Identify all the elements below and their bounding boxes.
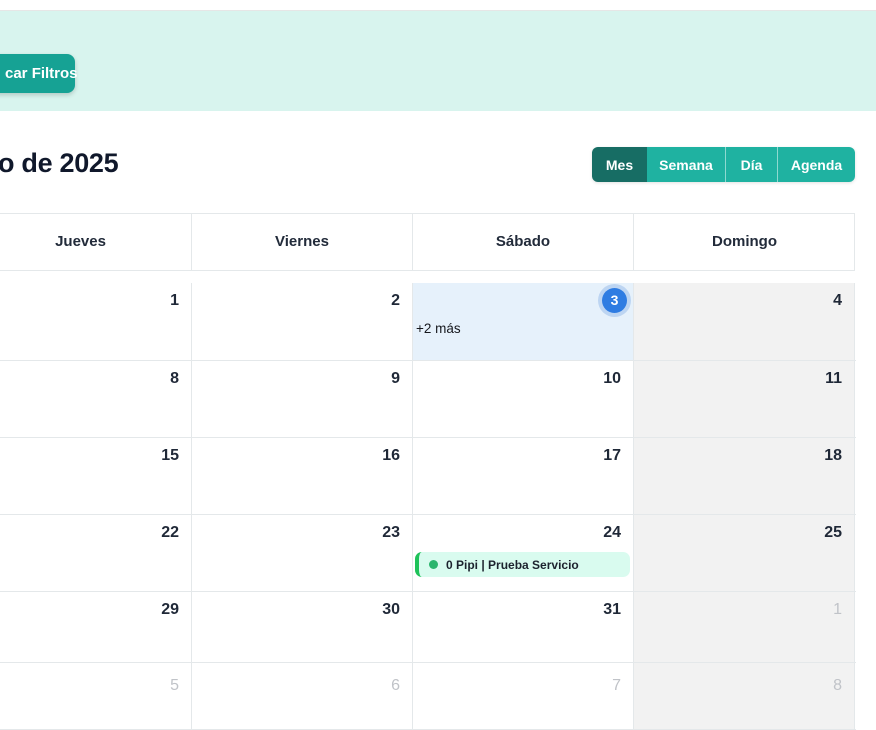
calendar-day-cell[interactable]: 29 bbox=[0, 592, 191, 662]
calendar-page: car Filtros o de 2025 Mes Semana Día Age… bbox=[0, 0, 876, 730]
weekday-header-viernes: Viernes bbox=[191, 214, 412, 270]
day-number: 5 bbox=[170, 677, 179, 695]
day-number: 11 bbox=[825, 370, 842, 388]
weekday-header-jueves: Jueves bbox=[0, 214, 191, 270]
day-number: 22 bbox=[161, 524, 179, 542]
day-number: 25 bbox=[824, 524, 842, 542]
view-button-dia[interactable]: Día bbox=[725, 147, 777, 182]
event-chip[interactable]: 0 Pipi | Prueba Servicio bbox=[415, 552, 630, 577]
week-row: 8 9 10 11 bbox=[0, 361, 856, 438]
apply-filters-label: car Filtros bbox=[5, 54, 78, 93]
calendar-day-cell[interactable]: 8 bbox=[633, 663, 855, 729]
calendar-day-cell[interactable]: 30 bbox=[191, 592, 412, 662]
day-number: 8 bbox=[833, 677, 842, 695]
day-number: 29 bbox=[161, 601, 179, 619]
day-number: 4 bbox=[833, 292, 842, 310]
day-number: 1 bbox=[170, 292, 179, 310]
calendar-day-cell[interactable]: 23 bbox=[191, 515, 412, 591]
show-more-link[interactable]: +2 más bbox=[416, 321, 461, 336]
day-number: 18 bbox=[824, 447, 842, 465]
event-title: 0 Pipi | Prueba Servicio bbox=[446, 558, 579, 572]
week-row: 15 16 17 18 bbox=[0, 438, 856, 515]
calendar-day-cell[interactable]: 22 bbox=[0, 515, 191, 591]
day-number: 17 bbox=[603, 447, 621, 465]
calendar-day-cell[interactable]: 4 bbox=[633, 283, 855, 360]
calendar-day-cell[interactable]: 15 bbox=[0, 438, 191, 514]
calendar-day-cell[interactable]: 25 bbox=[633, 515, 855, 591]
day-number: 7 bbox=[612, 677, 621, 695]
calendar-day-cell[interactable]: 2 bbox=[191, 283, 412, 360]
day-number: 15 bbox=[161, 447, 179, 465]
calendar-day-cell[interactable]: 16 bbox=[191, 438, 412, 514]
calendar-day-cell[interactable]: 6 bbox=[191, 663, 412, 729]
calendar-day-cell[interactable]: 1 bbox=[633, 592, 855, 662]
weekday-header-domingo: Domingo bbox=[633, 214, 855, 270]
calendar-day-cell[interactable]: 31 bbox=[412, 592, 633, 662]
calendar-day-cell[interactable]: 10 bbox=[412, 361, 633, 437]
calendar-day-cell[interactable]: 1 bbox=[0, 283, 191, 360]
day-number: 1 bbox=[833, 601, 842, 619]
calendar-day-cell[interactable]: 17 bbox=[412, 438, 633, 514]
calendar-day-cell[interactable]: 18 bbox=[633, 438, 855, 514]
day-number: 16 bbox=[382, 447, 400, 465]
apply-filters-button[interactable]: car Filtros bbox=[0, 54, 75, 93]
day-number: 30 bbox=[382, 601, 400, 619]
calendar-day-cell[interactable]: 11 bbox=[633, 361, 855, 437]
day-number: 23 bbox=[382, 524, 400, 542]
view-button-mes[interactable]: Mes bbox=[592, 147, 647, 182]
calendar-day-cell[interactable]: 3 +2 más bbox=[412, 283, 633, 360]
event-status-dot-icon bbox=[429, 560, 438, 569]
view-button-semana[interactable]: Semana bbox=[647, 147, 725, 182]
calendar-day-cell[interactable]: 7 bbox=[412, 663, 633, 729]
calendar-day-cell[interactable]: 24 0 Pipi | Prueba Servicio bbox=[412, 515, 633, 591]
filters-banner: car Filtros bbox=[0, 10, 876, 111]
day-number: 2 bbox=[391, 292, 400, 310]
week-row: 29 30 31 1 bbox=[0, 592, 856, 663]
day-number: 31 bbox=[603, 601, 621, 619]
week-row: 1 2 3 +2 más 4 bbox=[0, 283, 856, 361]
calendar-day-cell[interactable]: 5 bbox=[0, 663, 191, 729]
view-switcher: Mes Semana Día Agenda bbox=[592, 147, 855, 182]
view-button-agenda[interactable]: Agenda bbox=[777, 147, 855, 182]
weekday-header-sabado: Sábado bbox=[412, 214, 633, 270]
day-number: 24 bbox=[603, 524, 621, 542]
week-row: 5 6 7 8 bbox=[0, 663, 856, 730]
page-title: o de 2025 bbox=[0, 148, 118, 179]
day-number: 10 bbox=[603, 370, 621, 388]
calendar-day-cell[interactable]: 9 bbox=[191, 361, 412, 437]
day-number: 6 bbox=[391, 677, 400, 695]
day-number: 8 bbox=[170, 370, 179, 388]
day-number: 9 bbox=[391, 370, 400, 388]
calendar-day-cell[interactable]: 8 bbox=[0, 361, 191, 437]
week-row: 22 23 24 0 Pipi | Prueba Servicio 25 bbox=[0, 515, 856, 592]
weekday-header-row: Jueves Viernes Sábado Domingo bbox=[0, 213, 855, 271]
today-badge: 3 bbox=[602, 288, 627, 313]
